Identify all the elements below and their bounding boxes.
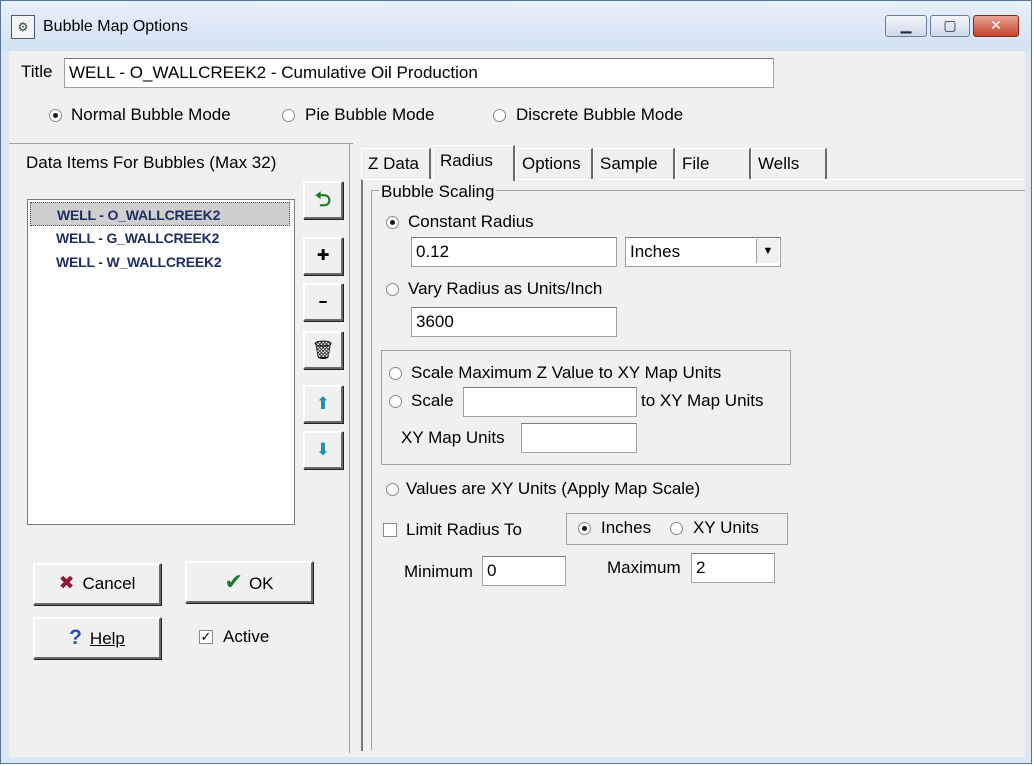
left-vertical-separator: [349, 143, 350, 753]
scale-suffix-label: to XY Map Units: [641, 391, 764, 410]
maximize-button[interactable]: ▢: [930, 15, 970, 37]
cancel-icon: ✖: [58, 573, 75, 594]
help-label: Help: [89, 629, 125, 648]
left-top-separator: [9, 143, 353, 144]
vary-radius-label[interactable]: Vary Radius as Units/Inch: [408, 279, 602, 299]
constant-radius-input[interactable]: 0.12: [411, 237, 617, 267]
arrow-down-icon: ⬇: [315, 440, 331, 459]
trash-icon: 🗑: [311, 340, 335, 360]
xy-map-units-label: XY Map Units: [401, 428, 505, 447]
remove-item-button[interactable]: ━: [303, 283, 343, 321]
ok-label: OK: [248, 574, 274, 593]
help-button[interactable]: ? Help: [33, 617, 161, 659]
title-label: Title: [21, 62, 53, 81]
limit-xy-radio[interactable]: [670, 522, 683, 535]
normal-mode-label[interactable]: Normal Bubble Mode: [71, 105, 231, 125]
bubble-map-options-window: ⚙ Bubble Map Options ▁ ▢ ✕ Title WELL - …: [0, 0, 1032, 764]
delete-item-button[interactable]: 🗑: [303, 331, 343, 369]
pie-mode-label[interactable]: Pie Bubble Mode: [305, 105, 434, 125]
units-dropdown[interactable]: Inches ▼: [625, 237, 781, 267]
title-input[interactable]: WELL - O_WALLCREEK2 - Cumulative Oil Pro…: [64, 58, 774, 88]
scale-max-radio[interactable]: [389, 367, 402, 380]
limit-inches-radio[interactable]: [578, 522, 591, 535]
constant-radius-label[interactable]: Constant Radius: [408, 212, 534, 232]
maximum-label: Maximum: [607, 558, 681, 577]
bubble-scaling-title: Bubble Scaling: [379, 182, 497, 202]
close-button[interactable]: ✕: [973, 15, 1019, 37]
add-item-button[interactable]: ✚: [303, 237, 343, 275]
values-xy-label[interactable]: Values are XY Units (Apply Map Scale): [406, 479, 700, 499]
tab-options[interactable]: Options: [515, 148, 593, 180]
cancel-label: Cancel: [82, 574, 136, 593]
list-item[interactable]: WELL - W_WALLCREEK2: [30, 250, 290, 274]
minimum-label: Minimum: [404, 562, 473, 581]
xy-map-units-input[interactable]: [521, 423, 637, 453]
data-items-header: Data Items For Bubbles (Max 32): [26, 153, 277, 172]
constant-radius-radio[interactable]: [386, 216, 399, 229]
pie-mode-radio[interactable]: [282, 109, 295, 122]
units-dropdown-value: Inches: [630, 242, 681, 261]
tab-sample[interactable]: Sample: [593, 148, 675, 180]
help-icon: ?: [69, 626, 82, 649]
chevron-down-icon: ▼: [756, 239, 779, 263]
scale-max-label[interactable]: Scale Maximum Z Value to XY Map Units: [411, 363, 721, 383]
minimize-icon: ▁: [900, 17, 912, 33]
active-checkbox[interactable]: ✓: [199, 630, 213, 644]
move-up-button[interactable]: ⬆: [303, 385, 343, 423]
discrete-mode-label[interactable]: Discrete Bubble Mode: [516, 105, 683, 125]
values-xy-radio[interactable]: [386, 483, 399, 496]
limit-radius-checkbox[interactable]: [383, 523, 397, 537]
limit-xy-label[interactable]: XY Units: [693, 518, 759, 538]
arrow-up-icon: ⬆: [315, 394, 331, 413]
scale-radio[interactable]: [389, 395, 402, 408]
maximize-icon: ▢: [943, 17, 957, 33]
data-items-list[interactable]: WELL - O_WALLCREEK2 WELL - G_WALLCREEK2 …: [27, 199, 295, 525]
vary-radius-radio[interactable]: [386, 283, 399, 296]
ok-button[interactable]: ✔ OK: [185, 561, 313, 603]
move-down-button[interactable]: ⬇: [303, 431, 343, 469]
list-item[interactable]: WELL - O_WALLCREEK2: [30, 202, 290, 226]
scale-label[interactable]: Scale: [411, 391, 454, 411]
ok-icon: ✔: [224, 569, 243, 594]
limit-radius-label[interactable]: Limit Radius To: [406, 520, 522, 540]
undo-icon: ⮌: [314, 189, 332, 211]
tab-z-data[interactable]: Z Data: [361, 148, 431, 180]
active-label[interactable]: Active: [223, 627, 269, 647]
tab-radius[interactable]: Radius: [433, 145, 515, 181]
dialog-client-area: Title WELL - O_WALLCREEK2 - Cumulative O…: [9, 51, 1025, 757]
limit-inches-label[interactable]: Inches: [601, 518, 651, 538]
minus-icon: ━: [319, 295, 327, 309]
undo-button[interactable]: ⮌: [303, 181, 343, 219]
discrete-mode-radio[interactable]: [493, 109, 506, 122]
window-title: Bubble Map Options: [43, 18, 188, 35]
tab-file[interactable]: File: [675, 148, 751, 180]
close-icon: ✕: [990, 17, 1002, 33]
minimum-input[interactable]: 0: [482, 556, 566, 586]
minimize-button[interactable]: ▁: [885, 15, 927, 37]
tab-wells[interactable]: Wells: [751, 148, 827, 180]
maximum-input[interactable]: 2: [691, 553, 775, 583]
app-icon: ⚙: [11, 15, 35, 39]
plus-icon: ✚: [316, 247, 330, 264]
cancel-button[interactable]: ✖ Cancel: [33, 563, 161, 605]
scale-input[interactable]: [463, 387, 637, 417]
title-bar: ⚙ Bubble Map Options ▁ ▢ ✕: [1, 1, 1031, 51]
normal-mode-radio[interactable]: [49, 109, 62, 122]
bubble-scaling-group: [371, 190, 1025, 750]
vary-radius-input[interactable]: 3600: [411, 307, 617, 337]
list-item[interactable]: WELL - G_WALLCREEK2: [30, 226, 290, 250]
